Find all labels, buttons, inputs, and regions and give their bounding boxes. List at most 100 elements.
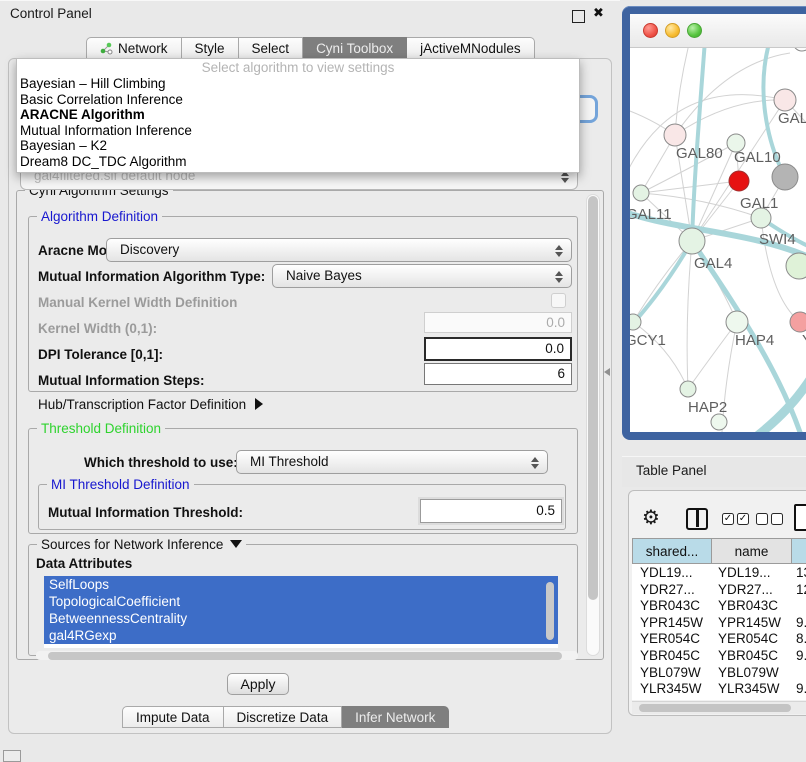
- algorithm-option-basic-correlation-inference[interactable]: Basic Correlation Inference: [17, 92, 579, 108]
- table-row[interactable]: YLR345WYLR345W9.: [632, 680, 806, 697]
- table-cell: YLR345W: [718, 681, 780, 696]
- node-hap2[interactable]: [680, 381, 696, 397]
- column-header-shared[interactable]: shared...: [632, 538, 712, 564]
- sources-group-title[interactable]: Sources for Network Inference: [37, 537, 246, 552]
- expanded-arrow-icon: [230, 540, 242, 548]
- minimize-traffic-light-icon[interactable]: [665, 23, 680, 38]
- mi-type-value: Naive Bayes: [286, 268, 362, 283]
- algorithm-option-bayesian-hill-climbing[interactable]: Bayesian – Hill Climbing: [17, 76, 579, 92]
- table-row[interactable]: YBL079WYBL079W: [632, 664, 806, 681]
- table-row[interactable]: YDR27...YDR27...12: [632, 581, 806, 598]
- tab-label: Impute Data: [136, 710, 210, 725]
- hub-definition-toggle[interactable]: Hub/Transcription Factor Definition: [38, 397, 263, 412]
- node-hap4[interactable]: [726, 311, 748, 333]
- tab-label: Select: [252, 41, 290, 56]
- zoom-traffic-light-icon[interactable]: [687, 23, 702, 38]
- table-row[interactable]: YPR145WYPR145W9.: [632, 614, 806, 631]
- mi-steps-label: Mutual Information Steps:: [38, 373, 205, 388]
- table-cell: YIL052C: [718, 698, 771, 700]
- tab-discretize-data[interactable]: Discretize Data: [224, 706, 343, 728]
- attribute-item-selfloops[interactable]: SelfLoops: [44, 576, 558, 593]
- close-icon[interactable]: ✖: [593, 5, 604, 21]
- which-threshold-select[interactable]: MI Threshold: [236, 450, 548, 474]
- attributes-scrollbar-thumb[interactable]: [546, 582, 554, 640]
- manual-kernel-checkbox[interactable]: [551, 293, 566, 308]
- tab-style[interactable]: Style: [182, 37, 239, 59]
- tab-network[interactable]: Network: [86, 37, 182, 59]
- mi-threshold-label: Mutual Information Threshold:: [48, 505, 243, 520]
- algorithm-option-bayesian-k2[interactable]: Bayesian – K2: [17, 138, 579, 154]
- table-row[interactable]: YER054CYER054C8.: [632, 630, 806, 647]
- export-table-icon[interactable]: [794, 504, 806, 531]
- algorithm-dropdown-popup: Select algorithm to view settings Bayesi…: [16, 58, 580, 173]
- attribute-item-topologicalcoefficient[interactable]: TopologicalCoefficient: [44, 593, 558, 610]
- table-cell: 9.: [796, 698, 806, 700]
- mi-threshold-field[interactable]: 0.5: [420, 499, 562, 523]
- apply-button[interactable]: Apply: [227, 673, 289, 695]
- node-gal4[interactable]: [679, 228, 705, 254]
- algorithm-option-aracne-algorithm[interactable]: ARACNE Algorithm: [17, 107, 579, 123]
- deselect-all-checkbox-icon[interactable]: [771, 513, 783, 525]
- table-body[interactable]: YDL19...YDL19...13YDR27...YDR27...12YBR0…: [632, 564, 806, 700]
- tab-select[interactable]: Select: [239, 37, 304, 59]
- collapsed-panel-icon[interactable]: [3, 750, 21, 762]
- select-all-checkbox-icon[interactable]: ✓: [722, 513, 734, 525]
- node-gal-cut[interactable]: [774, 89, 796, 111]
- control-panel-titlebar: Control Panel ✖: [0, 0, 620, 27]
- data-attributes-list[interactable]: SelfLoopsTopologicalCoefficientBetweenne…: [44, 576, 558, 648]
- node-salmon[interactable]: [790, 312, 806, 332]
- mi-steps-field[interactable]: 6: [424, 363, 572, 385]
- table-row[interactable]: YBR045CYBR045C9.: [632, 647, 806, 664]
- gear-icon[interactable]: ⚙: [642, 505, 660, 530]
- panel-divider-arrow-icon[interactable]: [604, 368, 610, 376]
- combo-spinner-icon: [555, 270, 563, 284]
- node-gray[interactable]: [772, 164, 798, 190]
- table-hscrollbar-thumb[interactable]: [639, 704, 791, 712]
- table-row[interactable]: YBR043CYBR043C: [632, 597, 806, 614]
- mi-type-select[interactable]: Naive Bayes: [272, 264, 572, 288]
- node-gal10-label: GAL10: [734, 149, 781, 166]
- node-green-right[interactable]: [786, 253, 806, 279]
- tab-label: Style: [195, 41, 225, 56]
- table-row[interactable]: YDL19...YDL19...13: [632, 564, 806, 581]
- split-columns-icon[interactable]: [686, 508, 708, 530]
- aracne-mode-select[interactable]: Discovery: [106, 238, 572, 262]
- table-cell: YIL052C: [640, 698, 693, 700]
- tab-jactivemnodules[interactable]: jActiveMNodules: [407, 37, 535, 59]
- node-gal11[interactable]: [633, 185, 649, 201]
- sources-hscrollbar-thumb[interactable]: [48, 652, 562, 660]
- table-cell: YER054C: [718, 631, 778, 646]
- algorithm-option-dream8-dc-tdc-algorithm[interactable]: Dream8 DC_TDC Algorithm: [17, 154, 579, 170]
- table-cell: YBL079W: [640, 665, 701, 680]
- node-gal80-label: GAL80: [676, 145, 723, 162]
- tab-infer-network[interactable]: Infer Network: [342, 706, 449, 728]
- node-bottom[interactable]: [711, 414, 727, 430]
- which-threshold-label: Which threshold to use:: [84, 455, 238, 470]
- select-all-checkbox-icon[interactable]: ✓: [737, 513, 749, 525]
- tab-cyni-toolbox[interactable]: Cyni Toolbox: [303, 37, 407, 59]
- algorithm-definition-title: Algorithm Definition: [37, 209, 162, 224]
- node-gal1-label: GAL1: [740, 195, 778, 212]
- node-top-partial[interactable]: [793, 48, 806, 51]
- float-panel-icon[interactable]: [572, 10, 585, 23]
- algorithm-option-mutual-information-inference[interactable]: Mutual Information Inference: [17, 123, 579, 139]
- node-gcy1[interactable]: [630, 314, 641, 330]
- table-row[interactable]: YIL052C YIL052C 9.: [632, 697, 806, 700]
- column-header-2[interactable]: [792, 538, 806, 564]
- which-threshold-value: MI Threshold: [250, 454, 329, 469]
- network-canvas[interactable]: GALGAL80GAL10GAL1SWI4GAL11GAL4GCY1HAP4YH…: [630, 48, 806, 432]
- column-header-name[interactable]: name: [712, 538, 792, 564]
- node-gal1[interactable]: [729, 171, 749, 191]
- close-traffic-light-icon[interactable]: [643, 23, 658, 38]
- deselect-all-checkbox-icon[interactable]: [756, 513, 768, 525]
- attribute-item-gal4rgexp[interactable]: gal4RGexp: [44, 627, 558, 644]
- threshold-definition-title: Threshold Definition: [37, 421, 165, 436]
- dpi-tolerance-field[interactable]: 0.0: [424, 337, 572, 361]
- attribute-item-betweennesscentrality[interactable]: BetweennessCentrality: [44, 610, 558, 627]
- settings-scrollbar-thumb[interactable]: [588, 196, 598, 600]
- table-cell: YER054C: [640, 631, 700, 646]
- node-gal80[interactable]: [664, 124, 686, 146]
- tab-impute-data[interactable]: Impute Data: [122, 706, 224, 728]
- node-swi4-label: SWI4: [759, 231, 796, 248]
- table-cell: YBR043C: [640, 598, 700, 613]
